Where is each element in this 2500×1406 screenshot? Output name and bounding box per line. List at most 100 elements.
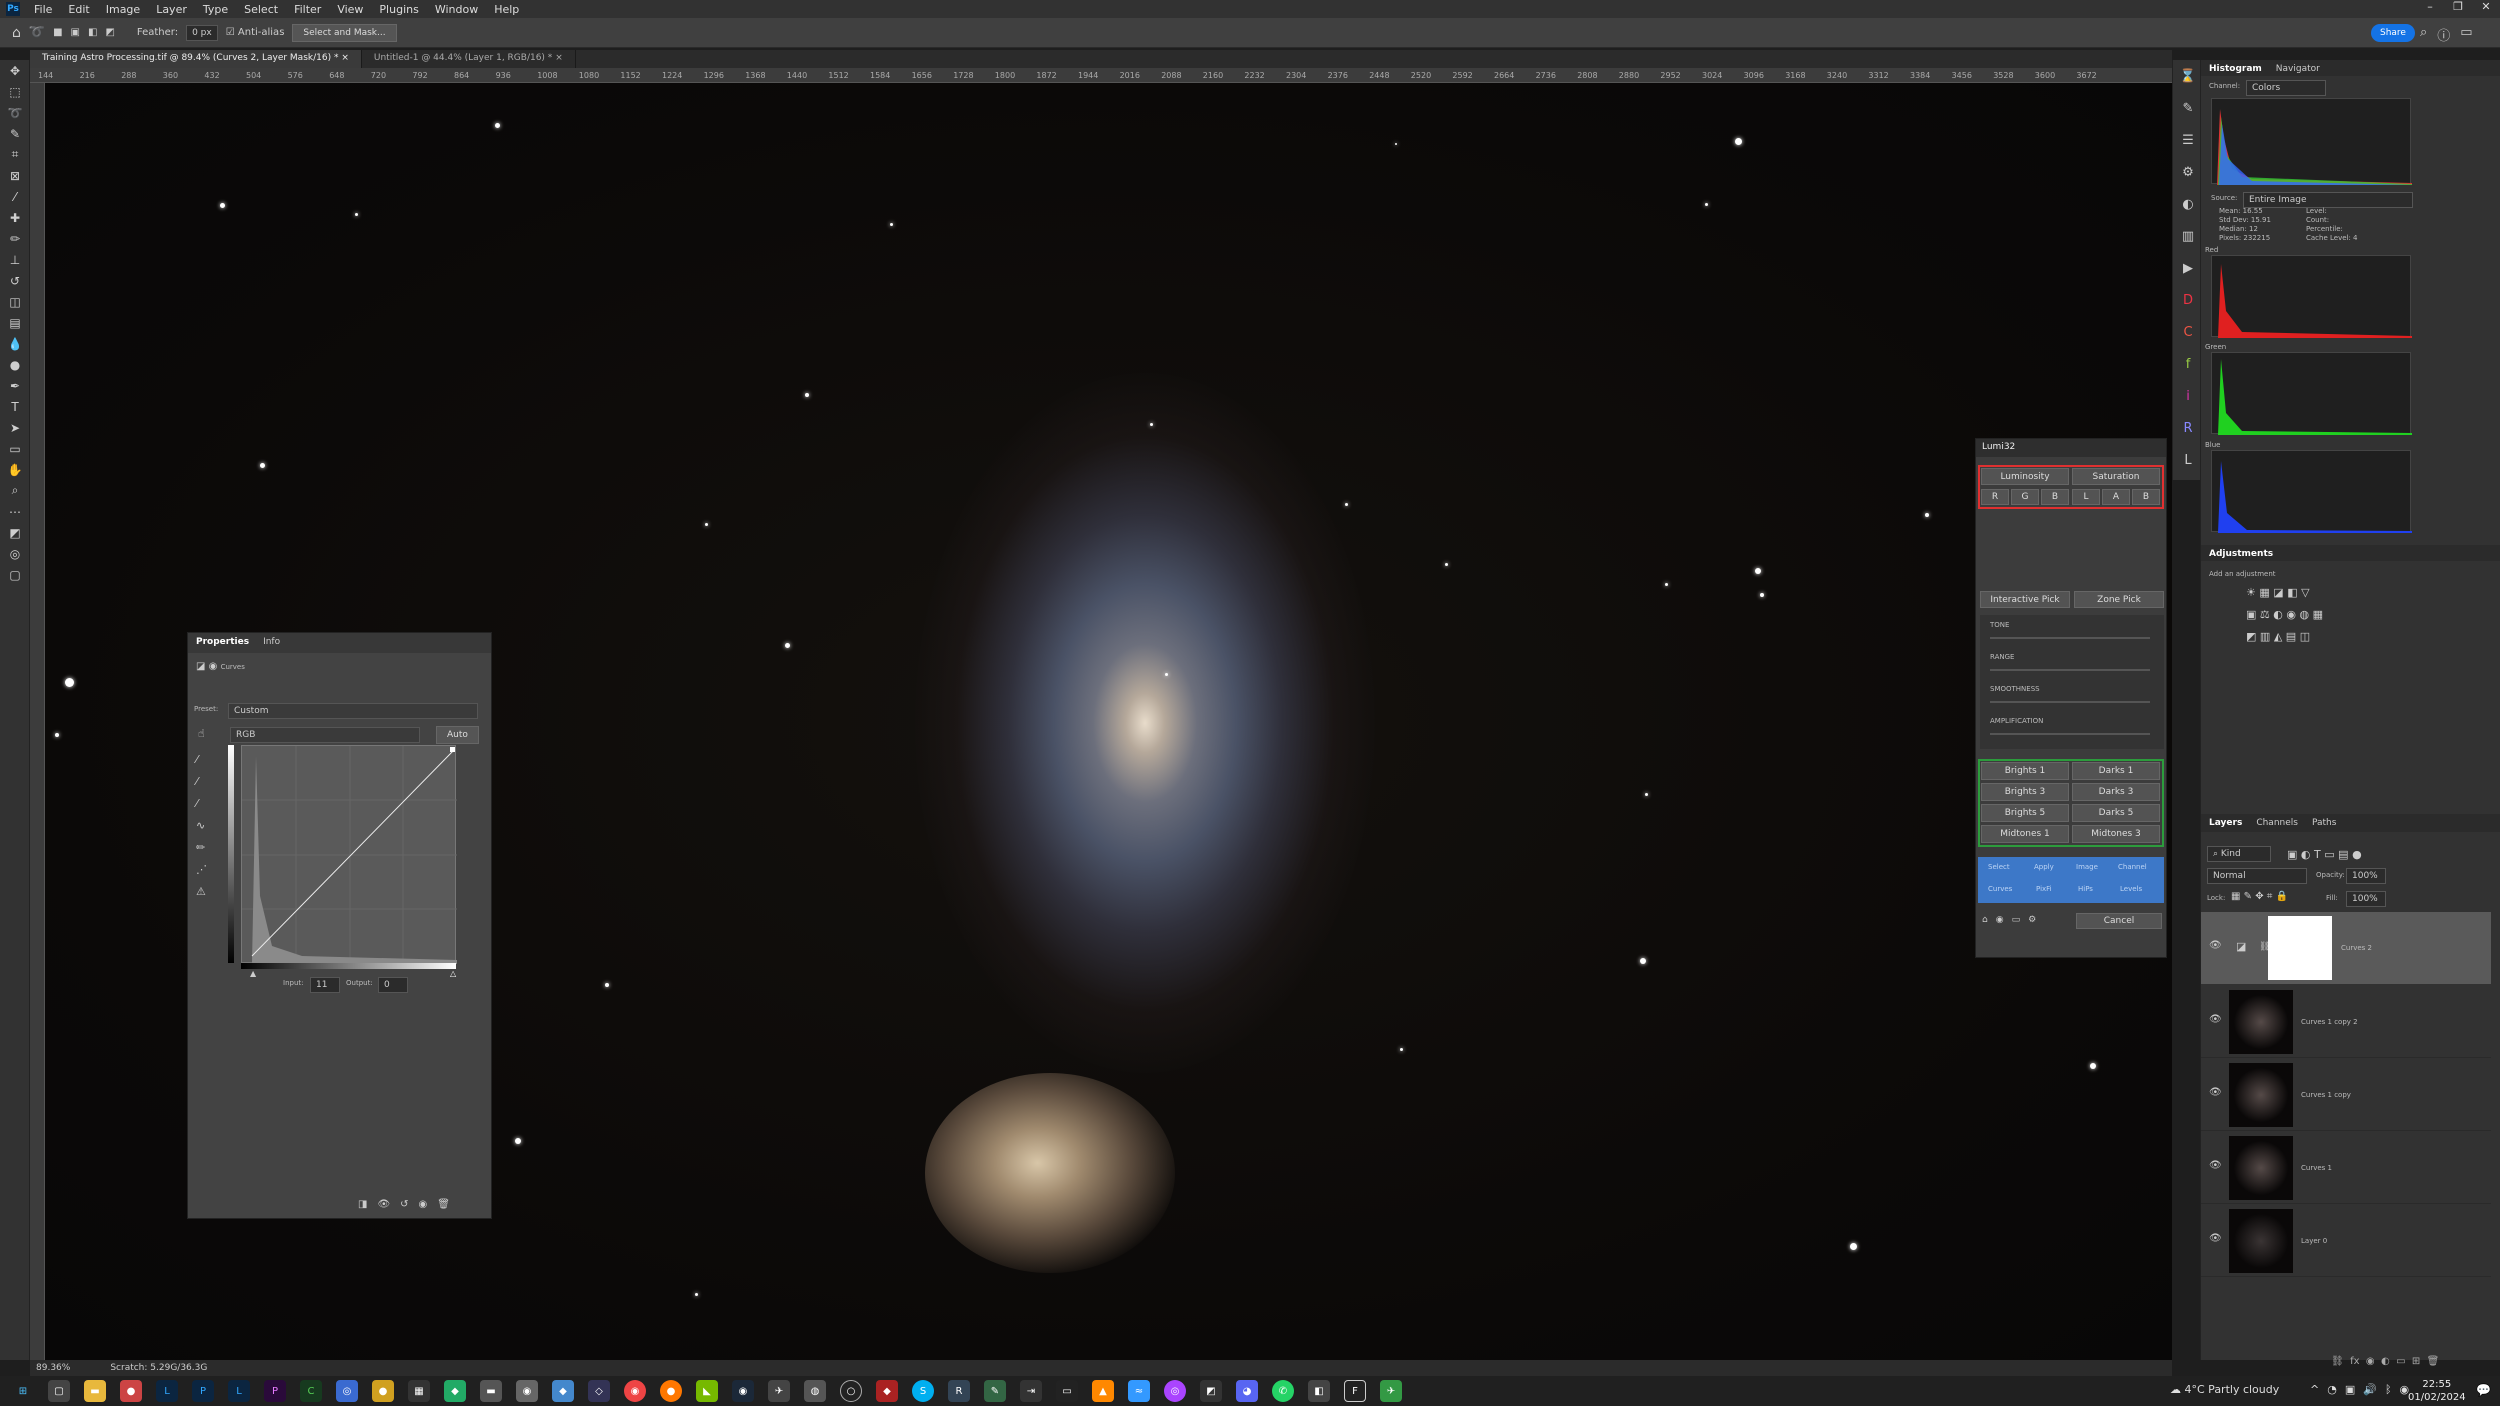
taskbar-app-33-icon[interactable]: ◎	[1164, 1380, 1186, 1402]
minimize-icon[interactable]: –	[2416, 0, 2444, 13]
lumi-layer-icon[interactable]: ▭	[2012, 915, 2021, 925]
curves-action[interactable]: Curves	[1988, 885, 2012, 893]
new-layer-icon[interactable]: ⊞	[2412, 1356, 2420, 1367]
view-previous-icon[interactable]: 👁	[377, 1199, 390, 1210]
maximize-icon[interactable]: ❐	[2444, 0, 2472, 13]
taskbar-app-22-icon[interactable]: ✈	[768, 1380, 790, 1402]
tray-app-icon[interactable]: ▣	[2345, 1383, 2355, 1396]
brush-panel-icon[interactable]: ✎	[2173, 92, 2203, 124]
taskbar-whatsapp-icon[interactable]: ✆	[1272, 1380, 1294, 1402]
new-group-icon[interactable]: ▭	[2396, 1356, 2405, 1367]
filter-type-icon[interactable]: T	[2314, 848, 2321, 861]
taskbar-app-27-icon[interactable]: R	[948, 1380, 970, 1402]
plugin-l-icon[interactable]: L	[2173, 444, 2203, 476]
shape-tool-icon[interactable]: ▭	[0, 438, 30, 459]
levels-action[interactable]: Levels	[2120, 885, 2142, 893]
darks-3-button[interactable]: Darks 3	[2072, 783, 2160, 801]
close-tab-icon[interactable]: ×	[341, 53, 349, 63]
darks-1-button[interactable]: Darks 1	[2072, 762, 2160, 780]
amplification-slider[interactable]	[1990, 733, 2150, 735]
image-action[interactable]: Image	[2076, 863, 2098, 871]
cancel-button[interactable]: Cancel	[2076, 913, 2162, 929]
pen-tool-icon[interactable]: ✒	[0, 375, 30, 396]
history-panel-icon[interactable]: ⌛	[2173, 60, 2203, 92]
exposure-icon[interactable]: ◧	[2287, 586, 2297, 599]
taskbar-app-39-icon[interactable]: ✈	[1380, 1380, 1402, 1402]
home-icon[interactable]: ⌂	[12, 25, 21, 41]
libraries-panel-icon[interactable]: ▥	[2173, 220, 2203, 252]
layer-row[interactable]: 👁 ◪ ⛓ Curves 2	[2201, 912, 2491, 984]
taskbar-app-34-icon[interactable]: ◩	[1200, 1380, 1222, 1402]
black-point-picker-icon[interactable]: ⁄	[196, 749, 207, 771]
hue-icon[interactable]: ▣	[2246, 608, 2256, 621]
blur-tool-icon[interactable]: 💧	[0, 333, 30, 354]
taskbar-app-1-icon[interactable]: ▢	[48, 1380, 70, 1402]
midtones-3-button[interactable]: Midtones 3	[2072, 825, 2160, 843]
photo-filter-icon[interactable]: ◉	[2286, 608, 2296, 621]
fx-icon[interactable]: fx	[2350, 1356, 2359, 1367]
type-tool-icon[interactable]: T	[0, 396, 30, 417]
taskbar-photoshop-icon[interactable]: P	[192, 1380, 214, 1402]
add-selection-icon[interactable]: ▣	[71, 27, 80, 38]
tray-chevron-icon[interactable]: ^	[2310, 1383, 2319, 1396]
lock-artboard-icon[interactable]: ⌗	[2267, 891, 2273, 902]
crop-tool-icon[interactable]: ⌗	[0, 144, 30, 165]
menu-window[interactable]: Window	[427, 3, 486, 16]
antialias-checkbox[interactable]: ☑ Anti-alias	[226, 27, 285, 38]
windows-start-icon[interactable]: ⊞	[12, 1380, 34, 1402]
taskbar-app-17-icon[interactable]: ◇	[588, 1380, 610, 1402]
help-icon[interactable]: ⓘ	[2437, 25, 2450, 44]
clone-stamp-icon[interactable]: ⊥	[0, 249, 30, 270]
layer-name[interactable]: Curves 1	[2301, 1164, 2332, 1172]
curves-graph[interactable]	[241, 745, 457, 964]
tone-slider[interactable]	[1990, 637, 2150, 639]
visibility-eye-icon[interactable]: 👁	[2209, 1014, 2222, 1025]
taskbar-app-3-icon[interactable]: ●	[120, 1380, 142, 1402]
menu-select[interactable]: Select	[236, 3, 286, 16]
path-select-icon[interactable]: ➤	[0, 417, 30, 438]
taskbar-explorer-icon[interactable]: ▬	[84, 1380, 106, 1402]
clip-layer-icon[interactable]: ◨	[358, 1199, 367, 1210]
interactive-pick-button[interactable]: Interactive Pick	[1980, 591, 2070, 608]
filter-pixel-icon[interactable]: ▣	[2287, 848, 2297, 861]
lumi-home-icon[interactable]: ⌂	[1982, 915, 1988, 925]
search-icon[interactable]: ⌕	[2420, 25, 2427, 44]
black-slider-icon[interactable]: ▲	[250, 969, 256, 978]
menu-type[interactable]: Type	[195, 3, 236, 16]
filter-toggle-icon[interactable]: ●	[2352, 848, 2362, 861]
menu-image[interactable]: Image	[98, 3, 148, 16]
marquee-tool-icon[interactable]: ⬚	[0, 81, 30, 102]
hand-tool-icon[interactable]: ✋	[0, 459, 30, 480]
selective-color-icon[interactable]: ◫	[2300, 630, 2310, 643]
taskbar-app-38-icon[interactable]: F	[1344, 1380, 1366, 1402]
new-selection-icon[interactable]: ■	[53, 27, 62, 38]
layer-row[interactable]: 👁 Curves 1 copy	[2201, 1059, 2491, 1131]
channel-l-button[interactable]: L	[2072, 489, 2100, 505]
menu-filter[interactable]: Filter	[286, 3, 329, 16]
visibility-toggle-icon[interactable]: ◉	[419, 1199, 428, 1210]
taskbar-app-11-icon[interactable]: ●	[372, 1380, 394, 1402]
visibility-eye-icon[interactable]: 👁	[2209, 1233, 2222, 1244]
move-tool-icon[interactable]: ✥	[0, 60, 30, 81]
history-brush-icon[interactable]: ↺	[0, 270, 30, 291]
layer-thumbnail[interactable]	[2229, 990, 2293, 1054]
properties-panel-icon[interactable]: ☰	[2173, 124, 2203, 156]
layer-row[interactable]: 👁 Curves 1	[2201, 1132, 2491, 1204]
close-icon[interactable]: ✕	[2472, 0, 2500, 13]
zoom-tool-icon[interactable]: ⌕	[0, 480, 30, 501]
taskbar-app-32-icon[interactable]: ≈	[1128, 1380, 1150, 1402]
delete-adjustment-icon[interactable]: 🗑	[437, 1199, 450, 1210]
channel-action[interactable]: Channel	[2118, 863, 2147, 871]
taskbar-app-29-icon[interactable]: ⇥	[1020, 1380, 1042, 1402]
brights-5-button[interactable]: Brights 5	[1981, 804, 2069, 822]
tab-untitled-1[interactable]: Untitled-1 @ 44.4% (Layer 1, RGB/16) * ×	[362, 50, 576, 68]
menu-layer[interactable]: Layer	[148, 3, 195, 16]
taskbar-app-30-icon[interactable]: ▭	[1056, 1380, 1078, 1402]
taskbar-app-37-icon[interactable]: ◧	[1308, 1380, 1330, 1402]
link-layers-icon[interactable]: ⛓	[2331, 1356, 2344, 1367]
lock-position-icon[interactable]: ✥	[2255, 891, 2263, 902]
reset-icon[interactable]: ↺	[400, 1199, 408, 1210]
menu-help[interactable]: Help	[486, 3, 527, 16]
channel-b2-button[interactable]: B	[2132, 489, 2160, 505]
curve-edit-icon[interactable]: ∿	[196, 815, 207, 837]
